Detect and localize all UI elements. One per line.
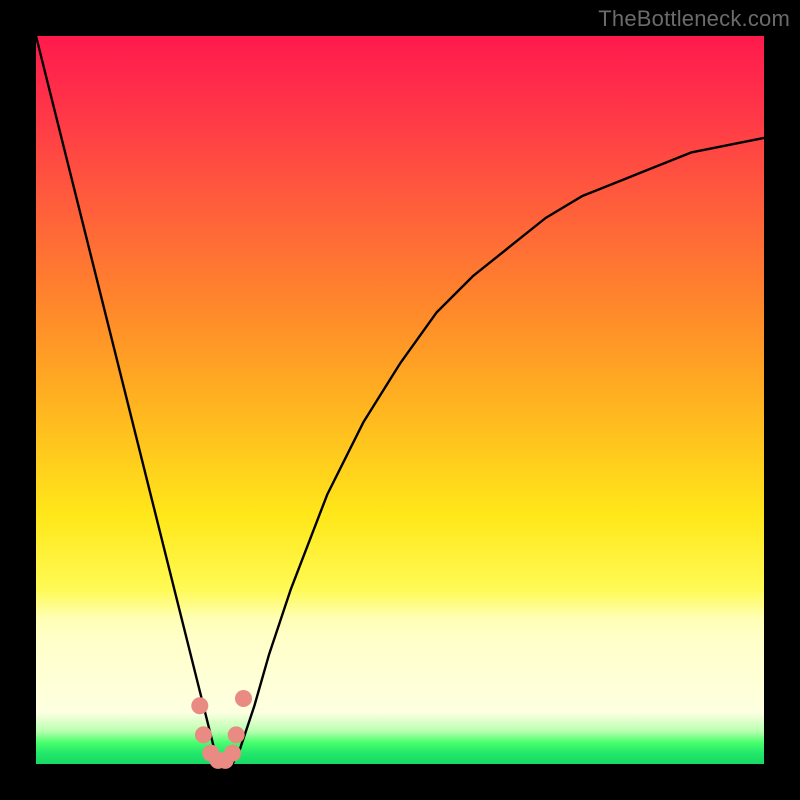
valley-marker: [192, 698, 208, 714]
plot-area: [36, 36, 764, 764]
valley-marker-group: [192, 690, 252, 768]
chart-svg: [36, 36, 764, 764]
valley-marker: [228, 727, 244, 743]
bottleneck-curve-path: [36, 36, 764, 764]
chart-frame: TheBottleneck.com: [0, 0, 800, 800]
watermark-text: TheBottleneck.com: [598, 6, 790, 32]
valley-marker: [235, 690, 251, 706]
valley-marker: [195, 727, 211, 743]
valley-marker: [225, 745, 241, 761]
